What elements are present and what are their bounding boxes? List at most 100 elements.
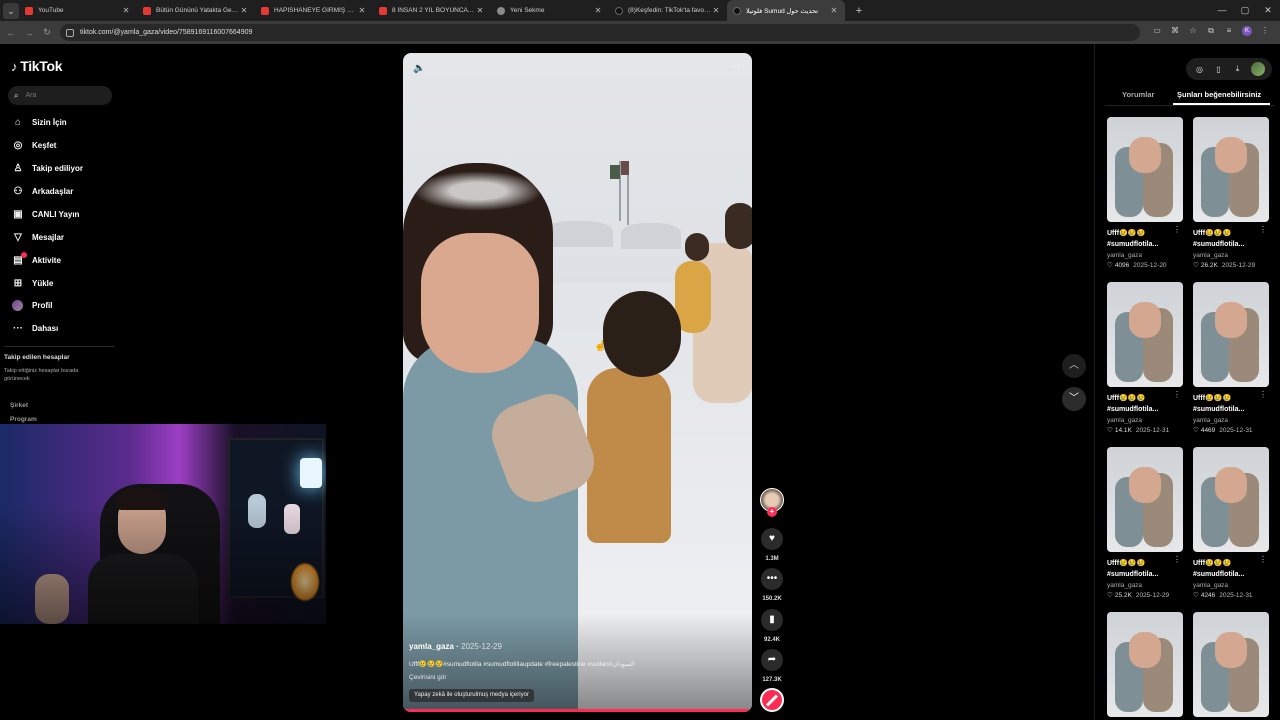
volume-icon[interactable]: 🔈 — [413, 63, 425, 74]
thumb-face — [1215, 302, 1247, 338]
video-flag — [610, 165, 620, 179]
nav-live[interactable]: ▣ CANLI Yayın — [12, 209, 79, 220]
comment-button[interactable]: ••• — [761, 568, 783, 590]
close-tab-icon[interactable]: ✕ — [357, 6, 367, 15]
close-tab-icon[interactable]: ✕ — [475, 6, 485, 15]
share-button[interactable]: ➦ — [761, 649, 783, 671]
card-username[interactable]: yamla_gaza — [1107, 252, 1183, 259]
video-thumbnail[interactable] — [1107, 612, 1183, 717]
tab-new-tab[interactable]: Yeni Sekme ✕ — [491, 0, 609, 21]
close-tab-icon[interactable]: ✕ — [239, 6, 249, 15]
nav-upload[interactable]: ⊞ Yükle — [12, 278, 54, 289]
related-video-card[interactable] — [1107, 612, 1183, 717]
related-video-card[interactable]: Ufff😢😢😢 #sumudflotila... ⋮ yamla_gaza ♡ 26… — [1193, 117, 1269, 269]
nav-activity[interactable]: ▤ Aktivite — [12, 252, 61, 266]
site-info-icon[interactable] — [66, 28, 74, 37]
new-tab-button[interactable]: + — [851, 5, 867, 17]
tab-comments[interactable]: Yorumlar — [1122, 90, 1154, 99]
nav-more[interactable]: ··· Dahası — [12, 323, 58, 334]
video-caption[interactable]: Ufff😢😢😢#sumudflotila #sumudflotillaupdat… — [409, 660, 709, 668]
more-options-icon[interactable]: ··· — [729, 61, 742, 72]
close-tab-icon[interactable]: ✕ — [121, 6, 131, 15]
kebab-menu-icon[interactable]: ⋮ — [1259, 225, 1267, 234]
card-username[interactable]: yamla_gaza — [1193, 417, 1269, 424]
card-username[interactable]: yamla_gaza — [1107, 417, 1183, 424]
video-thumbnail[interactable] — [1193, 447, 1269, 552]
user-avatar[interactable] — [1250, 62, 1265, 76]
maximize-button[interactable]: ▢ — [1233, 0, 1257, 21]
video-thumbnail[interactable] — [1107, 447, 1183, 552]
reload-icon[interactable]: ↻ — [40, 27, 54, 38]
browser-profile-avatar[interactable]: K — [1242, 26, 1252, 36]
media-control-icon[interactable]: ≡ — [1224, 26, 1234, 36]
heart-icon: ♥ — [769, 533, 775, 544]
related-video-card[interactable]: Ufff😢😢😢 #sumudflotila... ⋮ yamla_gaza ♡ 44… — [1193, 282, 1269, 434]
footer-link-company[interactable]: Şirket — [10, 402, 28, 409]
card-username[interactable]: yamla_gaza — [1193, 252, 1269, 259]
tab-youtube-2[interactable]: Bütün Gününü Yatakta Geçiriyo ✕ — [137, 0, 255, 21]
video-thumbnail[interactable] — [1107, 282, 1183, 387]
nav-for-you[interactable]: ⌂ Sizin İçin — [12, 117, 67, 128]
nav-messages[interactable]: ▽ Mesajlar — [12, 232, 64, 243]
footer-link-program[interactable]: Program — [10, 416, 37, 423]
search-input[interactable]: ⌕ Ara — [8, 86, 112, 105]
tab-search-button[interactable]: ⌄ — [3, 2, 19, 19]
kebab-menu-icon[interactable]: ⋮ — [1173, 390, 1181, 399]
tab-tiktok-video[interactable]: فلوتيلا Sumud تحديث حول ✕ — [727, 0, 845, 21]
related-video-card[interactable] — [1193, 612, 1269, 717]
back-icon[interactable]: ← — [4, 28, 18, 38]
url-input[interactable]: tiktok.com/@yamla_gaza/video/75891691160… — [60, 24, 1140, 41]
card-username[interactable]: yamla_gaza — [1193, 582, 1269, 589]
compass-icon[interactable]: ◎ — [1194, 65, 1206, 74]
bookmark-star-icon[interactable]: ☆ — [1188, 26, 1198, 36]
kebab-menu-icon[interactable]: ⋮ — [1173, 555, 1181, 564]
related-video-card[interactable]: Ufff😢😢😢 #sumudflotila... ⋮ yamla_gaza ♡ 40… — [1107, 117, 1183, 269]
extensions-icon[interactable]: ⧉ — [1206, 26, 1216, 36]
related-video-card[interactable]: Ufff😢😢😢 #sumudflotila... ⋮ yamla_gaza ♡ 14… — [1107, 282, 1183, 434]
video-thumbnail[interactable] — [1193, 282, 1269, 387]
tab-youtube-4[interactable]: 8 İNSAN 2 YIL BOYUNCA BİR M✕ — [373, 0, 491, 21]
close-window-button[interactable]: ✕ — [1256, 0, 1280, 21]
cast-icon[interactable]: ▭ — [1152, 26, 1162, 36]
close-tab-icon[interactable]: ✕ — [711, 6, 721, 15]
follow-plus-icon[interactable]: + — [767, 507, 777, 517]
tab-youtube-3[interactable]: HAPİSHANEYE GİRMİŞ HANIMI✕ — [255, 0, 373, 21]
see-translation-link[interactable]: Çevirisini gör — [409, 674, 447, 681]
kebab-menu-icon[interactable]: ⋮ — [1259, 390, 1267, 399]
previous-video-button[interactable]: ︿ — [1062, 354, 1086, 378]
tab-you-may-like[interactable]: Şunları beğenebilirsiniz — [1177, 90, 1261, 99]
video-author[interactable]: yamla_gaza · 2025-12-29 — [409, 642, 502, 651]
youtube-icon — [143, 6, 151, 15]
browser-menu-icon[interactable]: ⋮ — [1260, 26, 1270, 36]
video-thumbnail[interactable] — [1193, 612, 1269, 717]
forward-icon[interactable]: → — [22, 28, 36, 38]
card-meta: ♡ 25.2K 2025-12-29 — [1107, 592, 1170, 599]
tab-youtube[interactable]: YouTube ✕ — [19, 0, 137, 21]
related-video-card[interactable]: Ufff😢😢😢 #sumudflotila... ⋮ yamla_gaza ♡ 42… — [1193, 447, 1269, 599]
device-icon[interactable]: ▯ — [1213, 65, 1225, 74]
translate-icon[interactable]: ⌘ — [1170, 26, 1180, 36]
next-video-button[interactable]: ﹀ — [1062, 387, 1086, 411]
tab-tiktok-explore[interactable]: (8)Keşfedin: TikTok'ta favori vid ✕ — [609, 0, 727, 21]
related-video-card[interactable]: Ufff😢😢😢 #sumudflotila... ⋮ yamla_gaza ♡ 25… — [1107, 447, 1183, 599]
kebab-menu-icon[interactable]: ⋮ — [1173, 225, 1181, 234]
tiktok-logo[interactable]: ♪ TikTok — [11, 58, 63, 74]
video-progress-bar[interactable] — [403, 709, 752, 712]
webcam-overlay — [0, 424, 326, 624]
download-icon[interactable]: ⤓ — [1232, 64, 1244, 74]
nav-explore[interactable]: ◎ Keşfet — [12, 140, 57, 151]
nav-friends[interactable]: ⚇ Arkadaşlar — [12, 186, 74, 197]
music-disc-icon[interactable] — [760, 688, 784, 712]
video-thumbnail[interactable] — [1107, 117, 1183, 222]
video-thumbnail[interactable] — [1193, 117, 1269, 222]
video-player[interactable]: 🔈 ··· yamla_gaza · 2025-12-29 Ufff😢😢😢#su… — [403, 53, 752, 712]
minimize-button[interactable]: — — [1210, 0, 1234, 21]
close-tab-icon[interactable]: ✕ — [829, 6, 839, 15]
close-tab-icon[interactable]: ✕ — [593, 6, 603, 15]
nav-profile[interactable]: Profil — [12, 300, 52, 311]
nav-following[interactable]: ♙ Takip ediliyor — [12, 163, 83, 174]
card-username[interactable]: yamla_gaza — [1107, 582, 1183, 589]
kebab-menu-icon[interactable]: ⋮ — [1259, 555, 1267, 564]
save-button[interactable]: ▮ — [761, 609, 783, 631]
like-button[interactable]: ♥ — [761, 528, 783, 550]
